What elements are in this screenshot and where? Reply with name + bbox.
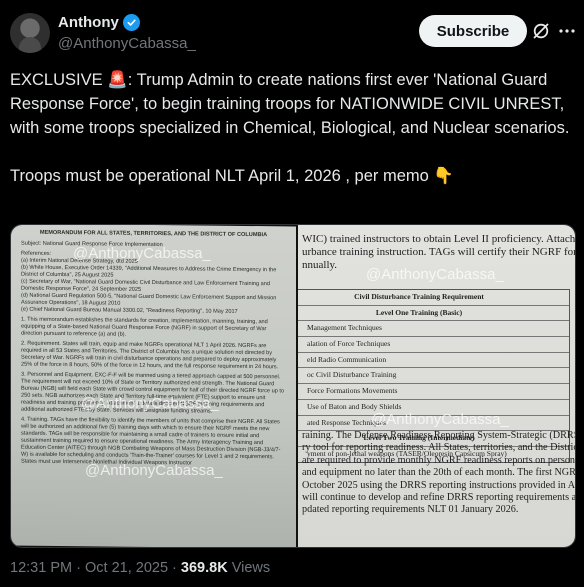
memo-paragraph: 4. Training. TAGs have the flexibility t… xyxy=(21,416,281,467)
more-icon[interactable] xyxy=(557,21,577,41)
verified-badge-icon xyxy=(122,14,140,31)
tweet-text: EXCLUSIVE 🚨: Trump Admin to create natio… xyxy=(10,68,570,188)
memo-paragraph: 2. Requirement. States will train, equip… xyxy=(21,340,279,371)
avatar[interactable] xyxy=(10,13,50,53)
tweet-header: Anthony @AnthonyCabassa_ Subscribe xyxy=(10,10,577,56)
watermark: @AnthonyCabassa_ xyxy=(366,266,504,283)
grok-icon[interactable] xyxy=(531,21,551,41)
tweet-time[interactable]: 12:31 PM xyxy=(10,560,72,576)
table-row: eld Radio Communication xyxy=(298,351,569,368)
watermark: @AnthonyCabassa_ xyxy=(73,245,211,262)
level-one-header: Level One Training (Basic) xyxy=(298,304,569,321)
separator: · xyxy=(76,560,81,576)
watermark: @AnthonyCabassa_ xyxy=(81,395,219,412)
tweet-paragraph: EXCLUSIVE 🚨: Trump Admin to create natio… xyxy=(10,71,570,137)
watermark: @AnthonyCabassa_ xyxy=(85,462,223,479)
subscribe-button[interactable]: Subscribe xyxy=(419,15,527,47)
media-image[interactable]: MEMORANDUM FOR ALL STATES, TERRITORIES, … xyxy=(10,224,576,548)
author-handle[interactable]: @AnthonyCabassa_ xyxy=(58,35,196,52)
author-display-name[interactable]: Anthony xyxy=(58,14,119,31)
views-label: Views xyxy=(231,560,271,576)
memo-paragraph: 1. This memorandum establishes the stand… xyxy=(21,316,268,338)
table-row: alation of Force Techniques xyxy=(298,336,569,352)
separator: · xyxy=(172,560,177,576)
watermark: @AnthonyCabassa_ xyxy=(371,411,509,428)
memo-header: MEMORANDUM FOR ALL STATES, TERRITORIES, … xyxy=(39,229,268,239)
table-row: Force Formations Movements xyxy=(298,383,569,399)
memo-right-bottom-text: raining. The Defense Readiness Reporting… xyxy=(302,430,575,516)
tweet-footer: 12:31 PM · Oct 21, 2025 · 369.8K Views xyxy=(10,560,270,576)
memo-page-left: MEMORANDUM FOR ALL STATES, TERRITORIES, … xyxy=(11,225,296,547)
tweet-paragraph: Troops must be operational NLT April 1, … xyxy=(10,167,454,185)
table-row: oc Civil Disturbance Training xyxy=(298,367,569,383)
tweet-date[interactable]: Oct 21, 2025 xyxy=(85,560,168,576)
table-row: Management Techniques xyxy=(298,320,569,336)
views-count: 369.8K xyxy=(180,560,228,576)
table-title: Civil Disturbance Training Requirement xyxy=(354,292,484,301)
author-name-row: Anthony xyxy=(58,14,140,31)
